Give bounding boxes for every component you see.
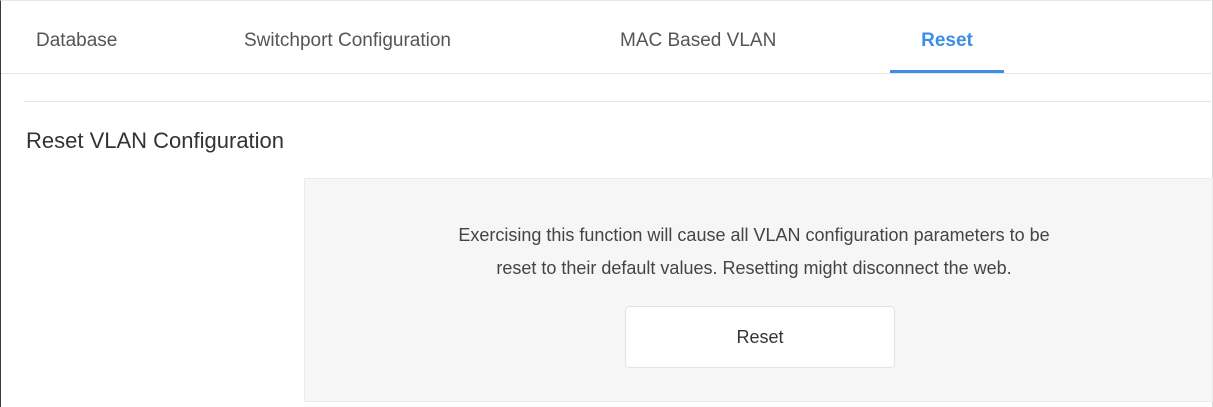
reset-panel: Exercising this function will cause all …: [304, 178, 1213, 402]
reset-warning-message: Exercising this function will cause all …: [305, 219, 1203, 285]
tab-mac-based-vlan[interactable]: MAC Based VLAN: [620, 1, 776, 73]
tab-reset[interactable]: Reset: [890, 1, 1004, 73]
section-divider: [24, 101, 1213, 102]
reset-vlan-page: Database Switchport Configuration MAC Ba…: [0, 0, 1213, 407]
tab-database[interactable]: Database: [36, 1, 117, 73]
reset-button[interactable]: Reset: [625, 306, 895, 368]
section-title: Reset VLAN Configuration: [26, 128, 285, 153]
reset-warning-line-1: Exercising this function will cause all …: [458, 225, 1050, 245]
tab-switchport-configuration[interactable]: Switchport Configuration: [244, 1, 451, 73]
tab-bar: Database Switchport Configuration MAC Ba…: [1, 1, 1213, 74]
reset-warning-line-2: reset to their default values. Resetting…: [496, 258, 1012, 278]
